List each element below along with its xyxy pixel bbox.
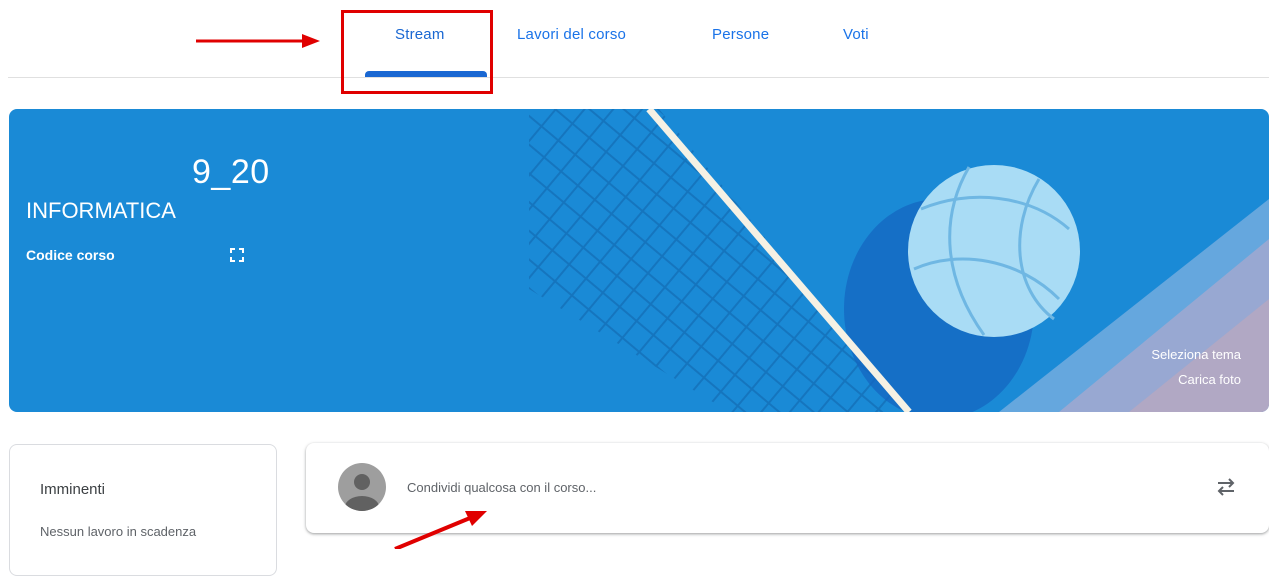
fullscreen-icon[interactable]	[230, 248, 244, 262]
select-theme-link[interactable]: Seleziona tema	[1151, 347, 1241, 362]
class-section: INFORMATICA	[26, 198, 176, 223]
class-name: 9_20	[192, 153, 270, 191]
class-code-label: Codice corso	[26, 247, 115, 263]
class-banner: 9_20 INFORMATICA Codice corso Seleziona …	[9, 109, 1269, 412]
upload-photo-link[interactable]: Carica foto	[1178, 372, 1241, 387]
tab-grades[interactable]: Voti	[843, 26, 869, 48]
default-avatar-icon	[338, 463, 386, 511]
tab-classwork[interactable]: Lavori del corso	[517, 26, 626, 48]
tab-people[interactable]: Persone	[712, 26, 769, 48]
share-with-class-box[interactable]: Condividi qualcosa con il corso...	[306, 443, 1269, 533]
upcoming-title: Imminenti	[40, 481, 106, 498]
repost-icon[interactable]	[1213, 474, 1239, 500]
course-tab-bar: Stream Lavori del corso Persone Voti	[0, 0, 1269, 78]
share-input[interactable]: Condividi qualcosa con il corso...	[407, 480, 596, 495]
upcoming-empty-text: Nessun lavoro in scadenza	[40, 524, 197, 539]
upcoming-card: Imminenti Nessun lavoro in scadenza	[9, 444, 277, 576]
tab-bar-divider	[8, 77, 1269, 78]
annotation-highlight-box	[341, 10, 493, 94]
